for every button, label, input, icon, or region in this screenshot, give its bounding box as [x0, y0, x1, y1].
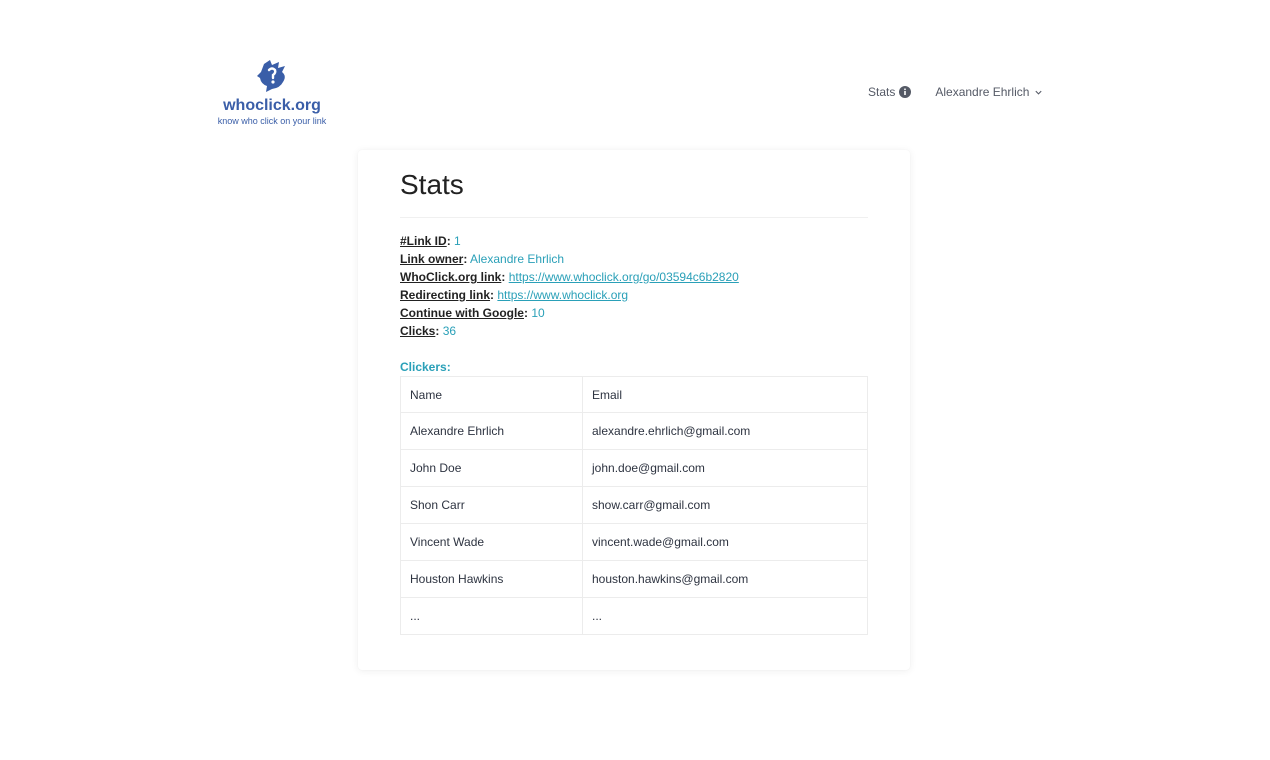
cell-email: ...	[582, 597, 868, 635]
info-clicks: Clicks: 36	[400, 324, 457, 338]
google-value: 10	[531, 306, 545, 320]
nav-user-menu[interactable]: Alexandre Ehrlich	[935, 85, 1043, 99]
cell-name: Houston Hawkins	[400, 560, 583, 598]
whoclick-link[interactable]: https://www.whoclick.org/go/03594c6b2820	[509, 270, 739, 284]
nav-stats-label: Stats	[868, 85, 896, 99]
clickers-heading: Clickers:	[400, 360, 451, 374]
table-row: Houston Hawkins houston.hawkins@gmail.co…	[400, 560, 868, 598]
info-redirecting-link: Redirecting link: https://www.whoclick.o…	[400, 288, 629, 302]
redirecting-link-label: Redirecting link	[400, 288, 491, 302]
table-row: Alexandre Ehrlich alexandre.ehrlich@gmai…	[400, 412, 868, 450]
title-divider	[400, 217, 868, 218]
top-nav: Stats Alexandre Ehrlich	[868, 85, 1043, 99]
link-id-label: #Link ID	[400, 234, 447, 248]
info-whoclick-link: WhoClick.org link: https://www.whoclick.…	[400, 270, 739, 284]
cell-name: ...	[400, 597, 583, 635]
brand-name: whoclick.org	[223, 97, 321, 114]
info-icon	[899, 86, 912, 98]
cell-email: alexandre.ehrlich@gmail.com	[582, 412, 868, 450]
cell-email: vincent.wade@gmail.com	[582, 523, 868, 561]
cell-name: Shon Carr	[400, 486, 583, 524]
brand-logo[interactable]: whoclick.org know who click on your link	[206, 56, 338, 127]
link-owner-label: Link owner	[400, 252, 464, 266]
cell-name: Vincent Wade	[400, 523, 583, 561]
brand-tagline: know who click on your link	[217, 116, 327, 126]
cell-email: john.doe@gmail.com	[582, 449, 868, 487]
redirecting-link[interactable]: https://www.whoclick.org	[497, 288, 628, 302]
logo-icon	[257, 60, 285, 92]
page-title: Stats	[400, 169, 464, 200]
cell-name: Alexandre Ehrlich	[400, 412, 583, 450]
nav-user-label: Alexandre Ehrlich	[935, 85, 1030, 99]
table-row: ... ...	[400, 597, 868, 635]
cell-email: show.carr@gmail.com	[582, 486, 868, 524]
stats-card: Stats #Link ID: 1 Link owner: Alexandre …	[358, 150, 910, 670]
table-row: Vincent Wade vincent.wade@gmail.com	[400, 523, 868, 561]
cell-name: John Doe	[400, 449, 583, 487]
info-google-count: Continue with Google: 10	[400, 306, 545, 320]
column-header-name: Name	[400, 376, 583, 413]
table-row: John Doe john.doe@gmail.com	[400, 449, 868, 487]
clickers-table: Name Email Alexandre Ehrlich alexandre.e…	[400, 376, 868, 635]
google-label: Continue with Google	[400, 306, 524, 320]
link-id-value: 1	[454, 234, 461, 248]
whoclick-link-label: WhoClick.org link	[400, 270, 502, 284]
nav-stats[interactable]: Stats	[868, 85, 912, 99]
info-link-owner: Link owner: Alexandre Ehrlich	[400, 252, 565, 266]
chevron-down-icon	[1035, 90, 1043, 95]
table-row: Shon Carr show.carr@gmail.com	[400, 486, 868, 524]
clicks-value: 36	[442, 324, 457, 338]
column-header-email: Email	[582, 376, 868, 413]
clicks-label: Clicks	[400, 324, 436, 338]
cell-email: houston.hawkins@gmail.com	[582, 560, 868, 598]
info-link-id: #Link ID: 1	[400, 234, 461, 248]
table-header-row: Name Email	[400, 376, 868, 413]
link-owner-value: Alexandre Ehrlich	[470, 252, 565, 266]
